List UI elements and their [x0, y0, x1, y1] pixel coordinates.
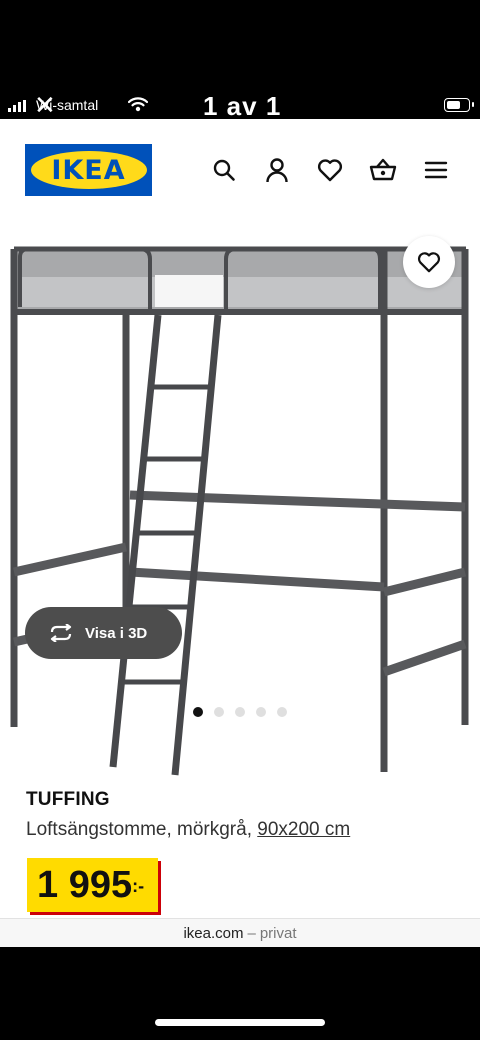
basket-icon[interactable] — [369, 156, 397, 184]
logo-text: IKEA — [51, 154, 126, 186]
carousel-dot[interactable] — [256, 707, 266, 717]
ikea-logo[interactable]: IKEA — [25, 144, 152, 196]
carousel-dot[interactable] — [214, 707, 224, 717]
cellular-signal-icon — [8, 100, 26, 112]
price-tag: 1 995 :- — [27, 858, 159, 912]
product-name: TUFFING — [26, 789, 110, 810]
add-to-favourites-button[interactable] — [403, 236, 455, 288]
logo-ellipse: IKEA — [30, 151, 147, 189]
user-icon[interactable] — [263, 156, 291, 184]
carousel-dot[interactable] — [235, 707, 245, 717]
rotate-3d-icon — [50, 624, 72, 642]
menu-icon[interactable] — [422, 156, 450, 184]
product-type-text: Loftsängstomme, mörkgrå, — [26, 819, 252, 840]
view-in-3d-label: Visa i 3D — [85, 624, 148, 642]
carousel-dot[interactable] — [193, 707, 203, 717]
mattress-and-rails — [14, 246, 466, 315]
wifi-icon — [128, 97, 148, 112]
heart-icon[interactable] — [316, 156, 344, 184]
browsing-mode-label: privat — [259, 924, 297, 942]
browser-url-bar[interactable]: ikea.com – privat — [0, 918, 480, 947]
search-icon[interactable] — [210, 156, 238, 184]
product-size-link[interactable]: 90x200 cm — [257, 819, 350, 840]
status-bar: Wi-samtal ✕ 1 av 1 — [0, 90, 480, 121]
product-description: Loftsängstomme, mörkgrå, 90x200 cm — [26, 819, 350, 841]
header-icons — [210, 156, 450, 184]
price-suffix: :- — [132, 876, 145, 896]
url-domain: ikea.com — [183, 924, 244, 942]
product-image-loft-bed[interactable] — [0, 237, 480, 777]
carrier-cross-mark: ✕ — [34, 90, 56, 120]
price-amount: 1 995 — [37, 864, 133, 906]
url-separator: – — [247, 924, 256, 942]
carousel-dot[interactable] — [277, 707, 287, 717]
home-indicator[interactable] — [155, 1019, 325, 1026]
image-carousel-dots — [193, 707, 287, 717]
status-counter: 1 av 1 — [203, 91, 282, 121]
top-black-area — [0, 0, 480, 92]
battery-icon — [444, 98, 474, 112]
view-in-3d-button[interactable]: Visa i 3D — [25, 607, 182, 659]
heart-outline-icon — [417, 252, 441, 273]
product-page: IKEA Visa i 3D TUFFING Loftsängstomme, m… — [0, 119, 480, 918]
